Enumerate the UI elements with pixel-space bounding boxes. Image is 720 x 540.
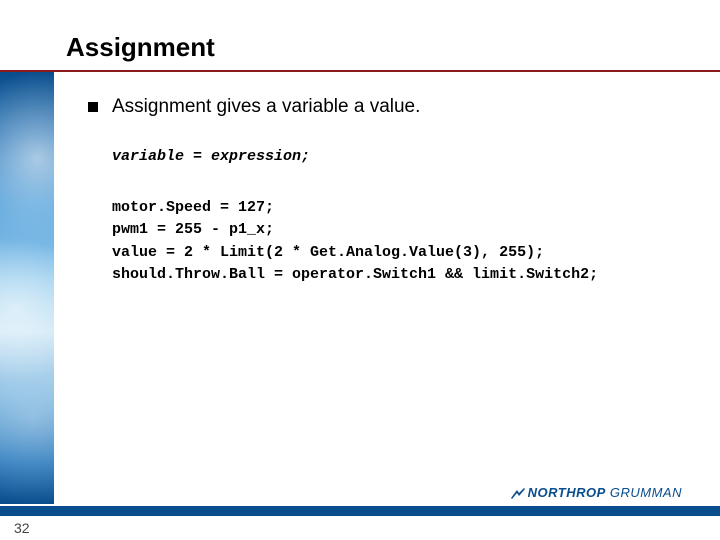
syntax-line: variable = expression; [112, 146, 680, 169]
slide-title: Assignment [66, 32, 215, 63]
code-example: motor.Speed = 127; pwm1 = 255 - p1_x; va… [112, 197, 680, 287]
title-underline [0, 70, 720, 72]
company-logo: NORTHROP GRUMMAN [510, 485, 682, 500]
footer-bar [0, 506, 720, 516]
bullet-text: Assignment gives a variable a value. [112, 96, 420, 118]
content-area: Assignment gives a variable a value. var… [88, 96, 680, 287]
bullet-item: Assignment gives a variable a value. [88, 96, 680, 118]
bullet-square-icon [88, 102, 98, 112]
left-graphic [0, 72, 54, 504]
logo-text-1: NORTHROP [528, 485, 606, 500]
page-number: 32 [14, 520, 30, 536]
slide: Assignment Assignment gives a variable a… [0, 0, 720, 540]
logo-mark-icon [510, 488, 526, 500]
logo-text-2: GRUMMAN [610, 485, 682, 500]
